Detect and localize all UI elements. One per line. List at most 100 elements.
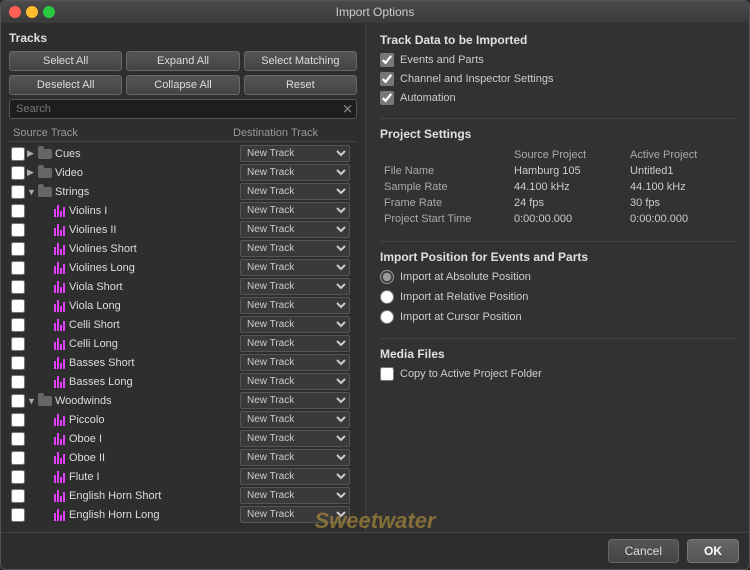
track-row: Basses ShortNew Track bbox=[9, 353, 357, 372]
dest-select[interactable]: New Track bbox=[240, 354, 350, 371]
track-expand-icon[interactable]: ▼ bbox=[27, 396, 37, 406]
track-checkbox[interactable] bbox=[11, 223, 25, 237]
ok-button[interactable]: OK bbox=[687, 539, 739, 563]
minimize-button[interactable] bbox=[26, 6, 38, 18]
setting-label: Sample Rate bbox=[380, 179, 510, 195]
setting-active: 44.100 kHz bbox=[626, 179, 735, 195]
track-destination: New Track bbox=[240, 506, 355, 523]
media-files-title: Media Files bbox=[380, 347, 735, 361]
track-row: Viola LongNew Track bbox=[9, 296, 357, 315]
track-name-label: English Horn Short bbox=[69, 490, 240, 502]
track-checkbox[interactable] bbox=[11, 261, 25, 275]
track-expand-icon[interactable]: ▼ bbox=[27, 187, 37, 197]
dest-select[interactable]: New Track bbox=[240, 202, 350, 219]
track-destination: New Track bbox=[240, 392, 355, 409]
channel-inspector-checkbox[interactable] bbox=[380, 72, 394, 86]
track-checkbox[interactable] bbox=[11, 204, 25, 218]
track-destination: New Track bbox=[240, 354, 355, 371]
reset-button[interactable]: Reset bbox=[244, 75, 357, 95]
track-row: Viola ShortNew Track bbox=[9, 277, 357, 296]
select-all-button[interactable]: Select All bbox=[9, 51, 122, 71]
right-panel: Track Data to be Imported Events and Par… bbox=[366, 23, 749, 532]
source-track-header: Source Track bbox=[13, 127, 233, 139]
cancel-button[interactable]: Cancel bbox=[608, 539, 679, 563]
track-name-label: Piccolo bbox=[69, 414, 240, 426]
track-row: ▼StringsNew Track bbox=[9, 182, 357, 201]
track-checkbox[interactable] bbox=[11, 280, 25, 294]
automation-checkbox[interactable] bbox=[380, 91, 394, 105]
track-checkbox[interactable] bbox=[11, 470, 25, 484]
dest-select[interactable]: New Track bbox=[240, 430, 350, 447]
dest-select[interactable]: New Track bbox=[240, 183, 350, 200]
track-row: Celli LongNew Track bbox=[9, 334, 357, 353]
events-parts-label: Events and Parts bbox=[400, 54, 484, 66]
track-checkbox[interactable] bbox=[11, 394, 25, 408]
import-position-title: Import Position for Events and Parts bbox=[380, 250, 735, 264]
dest-select[interactable]: New Track bbox=[240, 278, 350, 295]
track-checkbox[interactable] bbox=[11, 451, 25, 465]
track-checkbox[interactable] bbox=[11, 413, 25, 427]
track-expand-icon[interactable]: ▶ bbox=[27, 167, 37, 178]
dest-select[interactable]: New Track bbox=[240, 449, 350, 466]
audio-track-icon bbox=[51, 375, 67, 389]
track-list[interactable]: ▶CuesNew Track▶VideoNew Track▼StringsNew… bbox=[9, 144, 357, 524]
dest-select[interactable]: New Track bbox=[240, 373, 350, 390]
track-name-label: English Horn Long bbox=[69, 509, 240, 521]
radio-relative-input[interactable] bbox=[380, 290, 394, 304]
radio-absolute-input[interactable] bbox=[380, 270, 394, 284]
track-checkbox[interactable] bbox=[11, 242, 25, 256]
deselect-all-button[interactable]: Deselect All bbox=[9, 75, 122, 95]
dest-select[interactable]: New Track bbox=[240, 145, 350, 162]
track-checkbox[interactable] bbox=[11, 508, 25, 522]
copy-folder-checkbox[interactable] bbox=[380, 367, 394, 381]
search-clear-icon[interactable]: ✕ bbox=[342, 103, 353, 116]
search-input[interactable] bbox=[9, 99, 357, 119]
track-expand-icon[interactable]: ▶ bbox=[27, 148, 37, 159]
track-checkbox[interactable] bbox=[11, 356, 25, 370]
track-checkbox[interactable] bbox=[11, 337, 25, 351]
track-checkbox[interactable] bbox=[11, 299, 25, 313]
collapse-all-button[interactable]: Collapse All bbox=[126, 75, 239, 95]
audio-track-icon bbox=[51, 432, 67, 446]
dest-select[interactable]: New Track bbox=[240, 297, 350, 314]
maximize-button[interactable] bbox=[43, 6, 55, 18]
main-content: Tracks Select All Expand All Select Matc… bbox=[1, 23, 749, 532]
track-checkbox[interactable] bbox=[11, 489, 25, 503]
track-checkbox[interactable] bbox=[11, 147, 25, 161]
dest-select[interactable]: New Track bbox=[240, 316, 350, 333]
dest-select[interactable]: New Track bbox=[240, 392, 350, 409]
dest-select[interactable]: New Track bbox=[240, 411, 350, 428]
select-matching-button[interactable]: Select Matching bbox=[244, 51, 357, 71]
track-destination: New Track bbox=[240, 430, 355, 447]
copy-folder-row: Copy to Active Project Folder bbox=[380, 367, 735, 381]
track-checkbox[interactable] bbox=[11, 166, 25, 180]
track-checkbox[interactable] bbox=[11, 318, 25, 332]
dest-select[interactable]: New Track bbox=[240, 259, 350, 276]
project-setting-row: Project Start Time0:00:00.0000:00:00.000 bbox=[380, 211, 735, 227]
track-checkbox[interactable] bbox=[11, 185, 25, 199]
audio-track-icon bbox=[51, 204, 67, 218]
events-parts-checkbox[interactable] bbox=[380, 53, 394, 67]
track-row: Violines LongNew Track bbox=[9, 258, 357, 277]
project-settings-table: Source Project Active Project File NameH… bbox=[380, 147, 735, 227]
track-destination: New Track bbox=[240, 449, 355, 466]
audio-track-icon bbox=[51, 261, 67, 275]
track-checkbox[interactable] bbox=[11, 432, 25, 446]
dest-select[interactable]: New Track bbox=[240, 240, 350, 257]
track-checkbox[interactable] bbox=[11, 375, 25, 389]
radio-cursor-input[interactable] bbox=[380, 310, 394, 324]
track-name-label: Video bbox=[55, 167, 240, 179]
dest-select[interactable]: New Track bbox=[240, 487, 350, 504]
close-button[interactable] bbox=[9, 6, 21, 18]
th-label bbox=[380, 147, 510, 163]
dest-select[interactable]: New Track bbox=[240, 506, 350, 523]
dest-select[interactable]: New Track bbox=[240, 468, 350, 485]
audio-track-icon bbox=[51, 470, 67, 484]
audio-track-icon bbox=[51, 489, 67, 503]
expand-all-button[interactable]: Expand All bbox=[126, 51, 239, 71]
setting-source: 24 fps bbox=[510, 195, 626, 211]
dest-select[interactable]: New Track bbox=[240, 335, 350, 352]
audio-track-icon bbox=[51, 451, 67, 465]
dest-select[interactable]: New Track bbox=[240, 221, 350, 238]
dest-select[interactable]: New Track bbox=[240, 164, 350, 181]
